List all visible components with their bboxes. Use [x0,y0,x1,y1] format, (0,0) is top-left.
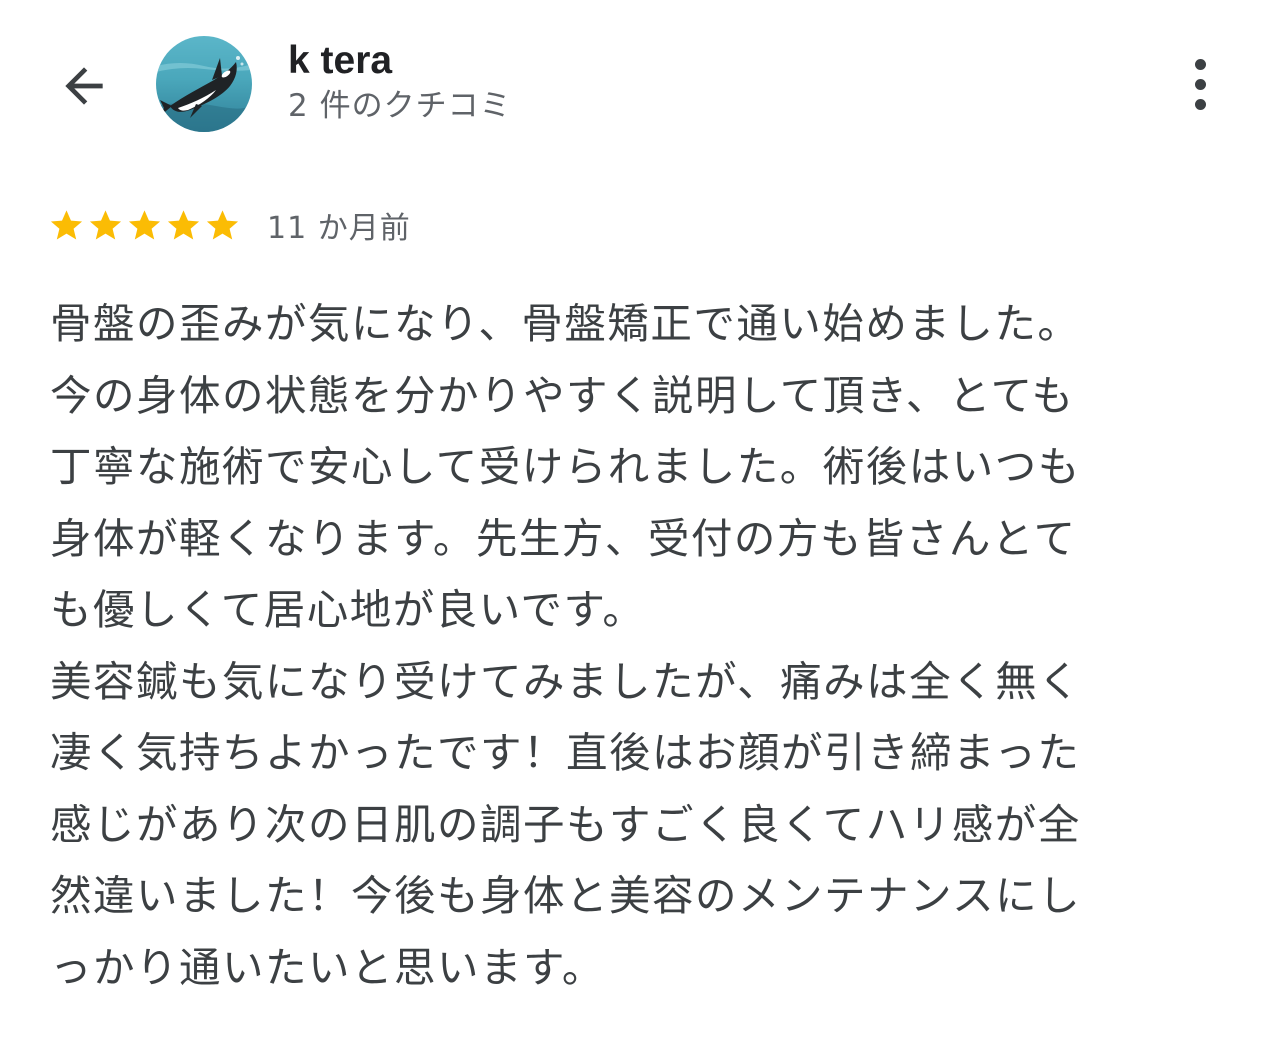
star-icon [50,209,83,240]
review-text: 骨盤の歪みが気になり、骨盤矯正で通い始めました。 今の身体の状態を分かりやすく説明… [50,288,1210,1003]
review-text-line: 今の身体の状態を分かりやすく説明して頂き、とても [50,370,1075,420]
star-icon [89,209,122,240]
review-text-line: 丁寧な施術で安心して受けられました。術後はいつも [50,442,1081,491]
star-rating [48,207,241,244]
back-button[interactable] [50,52,118,120]
review-text-line: 然違いました！今後も身体と美容のメンテナンスにし [50,871,1082,920]
reviewer-header: k tera 2 件のクチコミ [0,0,1284,170]
more-vert-icon-dot [1194,78,1206,90]
review-text-line: 感じがあり次の日肌の調子もすごく良くてハリ感が全 [50,799,1081,849]
reviewer-name[interactable]: k tera [288,38,392,84]
review-text-line: 身体が軽くなります。先生方、受付の方も皆さんとて [50,513,1077,563]
arrow-back-icon [65,67,103,105]
review-count[interactable]: 2 件のクチコミ [288,86,512,126]
avatar[interactable] [156,36,252,132]
star-icon [167,209,200,240]
more-options-button[interactable] [1176,52,1224,116]
review-text-line: 美容鍼も気になり受けてみましたが、痛みは全く無く [50,656,1082,706]
more-vert-icon-dot [1194,98,1206,110]
review-text-line: 骨盤の歪みが気になり、骨盤矯正で通い始めました。 [50,299,1081,348]
orca-avatar-image [156,36,252,132]
star-icon [128,209,161,240]
star-icon [206,209,239,240]
review-text-line: 凄く気持ちよかったです！直後はお顔が引き締まった [50,728,1081,777]
review-text-line: も優しくて居心地が良いです。 [50,585,646,634]
more-vert-icon [1194,58,1206,70]
review-text-line: っかり通いたいと思います。 [50,942,605,992]
rating-row: 11 か月前 [48,200,411,250]
review-date: 11 か月前 [267,211,411,246]
